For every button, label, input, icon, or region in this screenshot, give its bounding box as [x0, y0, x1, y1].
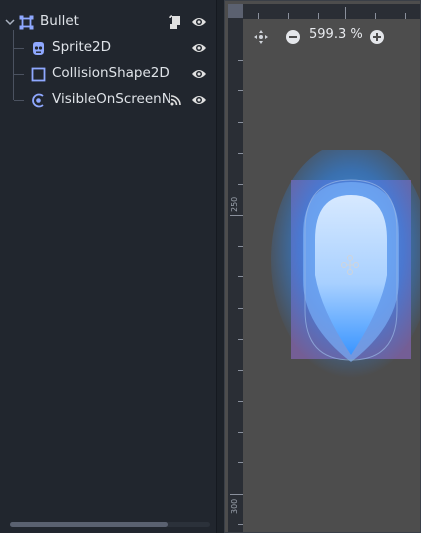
visibility-eye-icon[interactable]	[191, 66, 207, 82]
visibility-eye-icon[interactable]	[191, 40, 207, 56]
tree-item-bullet[interactable]: Bullet	[0, 9, 216, 35]
node2d-icon	[18, 14, 34, 30]
scrollbar-thumb[interactable]	[10, 522, 168, 527]
tree-item-label: VisibleOnScreenNo	[52, 91, 170, 107]
visibleonscreennotifier2d-icon	[30, 92, 46, 108]
scene-tree-panel: Bullet Sprite2D CollisionShape2D Visible…	[0, 0, 217, 533]
script-icon[interactable]	[167, 14, 183, 30]
visibility-eye-icon[interactable]	[191, 92, 207, 108]
tree-item-collisionshape2d[interactable]: CollisionShape2D	[0, 61, 216, 87]
tree-item-label: Bullet	[40, 13, 79, 29]
visibility-eye-icon[interactable]	[191, 14, 207, 30]
signal-icon[interactable]	[168, 92, 184, 108]
tree-item-visibleonscreennotifier2d[interactable]: VisibleOnScreenNo	[0, 87, 216, 113]
panel-splitter[interactable]	[217, 0, 224, 533]
collisionshape2d-icon	[30, 66, 46, 82]
horizontal-scrollbar[interactable]	[10, 522, 210, 527]
tree-item-sprite2d[interactable]: Sprite2D	[0, 35, 216, 61]
tree-item-label: CollisionShape2D	[52, 65, 170, 81]
canvas-viewport[interactable]: 250 300 599.3 %	[224, 0, 421, 533]
viewport-frame	[224, 0, 421, 533]
chevron-down-icon[interactable]	[4, 14, 16, 30]
tree-item-label: Sprite2D	[52, 39, 112, 55]
sprite2d-icon	[30, 40, 46, 56]
